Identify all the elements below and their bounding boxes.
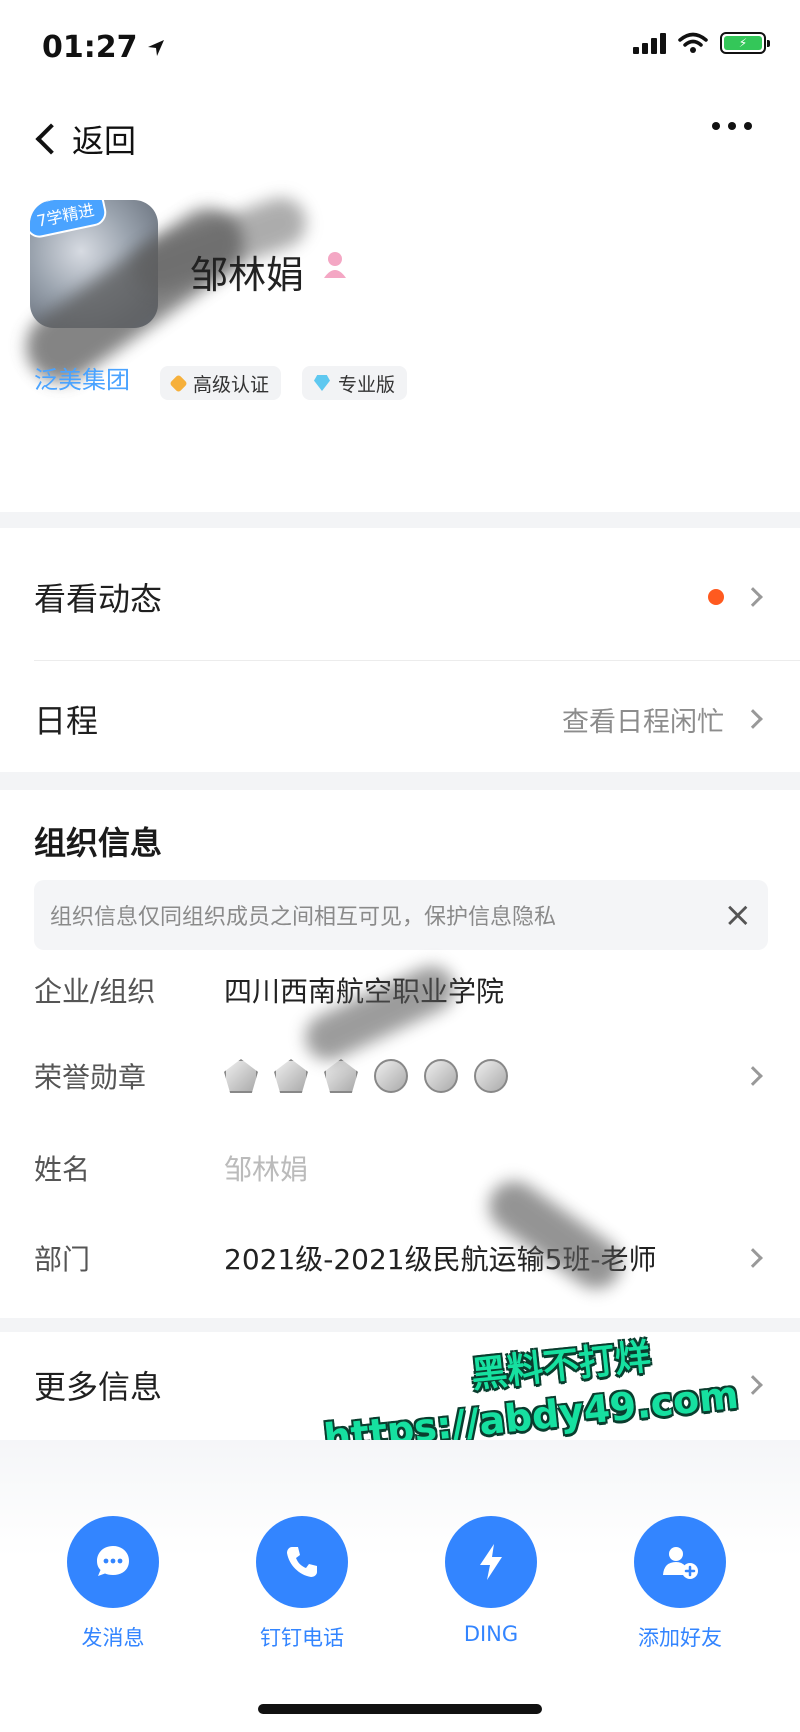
pro-edition-badge[interactable]: 专业版 [302, 366, 408, 400]
avatar-tag: 7学精进 [30, 200, 110, 241]
close-icon[interactable]: × [724, 898, 753, 932]
chevron-left-icon [35, 123, 67, 155]
medal-icon [374, 1059, 408, 1093]
more-info-label: 更多信息 [34, 1368, 163, 1406]
badge-label: 高级认证 [193, 373, 270, 396]
profile-name: 邹林娟 [190, 253, 305, 297]
action-label: 钉钉电话 [260, 1626, 344, 1650]
back-button[interactable]: 返回 [34, 116, 136, 162]
more-info-row[interactable]: 更多信息 [0, 1330, 800, 1440]
battery-icon: ⚡ [720, 32, 770, 54]
medal-icon [424, 1059, 458, 1093]
org-short-name: 泛美集团 [34, 366, 130, 394]
message-icon [67, 1516, 159, 1608]
section-divider [0, 772, 800, 790]
badge-label: 专业版 [338, 373, 396, 396]
chevron-right-icon [743, 1375, 763, 1395]
chevron-right-icon [743, 1248, 763, 1268]
more-options-button[interactable] [712, 122, 752, 130]
chevron-right-icon [743, 587, 763, 607]
privacy-notice: 组织信息仅同组织成员之间相互可见，保护信息隐私 × [34, 880, 768, 950]
unread-dot [708, 589, 724, 605]
field-label: 企业/组织 [34, 975, 156, 1008]
advanced-certification-badge[interactable]: 高级认证 [160, 366, 282, 400]
cellular-signal-icon [633, 32, 666, 54]
back-label: 返回 [72, 122, 137, 160]
nav-bar: 返回 [0, 104, 800, 174]
schedule-action: 查看日程闲忙 [562, 706, 724, 738]
medal-icon [324, 1059, 358, 1093]
privacy-notice-text: 组织信息仅同组织成员之间相互可见，保护信息隐私 [50, 905, 557, 930]
status-indicators: ⚡ [633, 32, 770, 54]
action-label: 发消息 [81, 1626, 145, 1650]
honor-medals-row[interactable]: 荣誉勋章 [34, 1046, 800, 1106]
clock: 01:27 [42, 30, 138, 65]
medal-icon [474, 1059, 508, 1093]
profile-header: 7学精进 邹林娟 泛美集团 高级认证 专业版 [0, 180, 800, 510]
chevron-right-icon [743, 1066, 763, 1086]
moments-row[interactable]: 看看动态 [0, 538, 800, 656]
org-info-title: 组织信息 [34, 824, 163, 862]
gold-badge-icon [169, 373, 188, 393]
field-label: 姓名 [34, 1153, 91, 1186]
medals-list [224, 1059, 508, 1093]
lightning-icon [445, 1516, 537, 1608]
medal-icon [274, 1059, 308, 1093]
add-friend-icon [634, 1516, 726, 1608]
female-user-icon [324, 252, 346, 278]
medal-icon [224, 1059, 258, 1093]
diamond-icon [314, 375, 330, 391]
phone-icon [256, 1516, 348, 1608]
location-arrow-icon [147, 39, 164, 56]
send-message-button[interactable]: 发消息 [43, 1516, 183, 1652]
status-bar: 01:27 ⚡ [0, 0, 800, 96]
wifi-icon [678, 32, 708, 53]
chevron-right-icon [743, 709, 763, 729]
name-field-row: 姓名 邹林娟 [34, 1138, 800, 1198]
schedule-label: 日程 [34, 702, 99, 740]
field-label: 荣誉勋章 [34, 1061, 147, 1094]
home-indicator[interactable] [258, 1704, 542, 1714]
action-label: DING [463, 1622, 519, 1646]
add-friend-button[interactable]: 添加好友 [610, 1516, 750, 1652]
field-label: 部门 [34, 1243, 91, 1276]
name-value: 邹林娟 [224, 1153, 309, 1186]
status-time: 01:27 [42, 30, 166, 65]
action-label: 添加好友 [638, 1626, 722, 1650]
department-row[interactable]: 部门 2021级-2021级民航运输5班-老师 [34, 1228, 800, 1288]
schedule-row[interactable]: 日程 查看日程闲忙 [0, 660, 800, 778]
section-divider [0, 512, 800, 528]
moments-label: 看看动态 [34, 580, 163, 618]
action-bar: 发消息 钉钉电话 DING 添加好友 [0, 1440, 800, 1732]
dingtalk-call-button[interactable]: 钉钉电话 [232, 1516, 372, 1652]
ding-button[interactable]: DING [421, 1516, 561, 1646]
